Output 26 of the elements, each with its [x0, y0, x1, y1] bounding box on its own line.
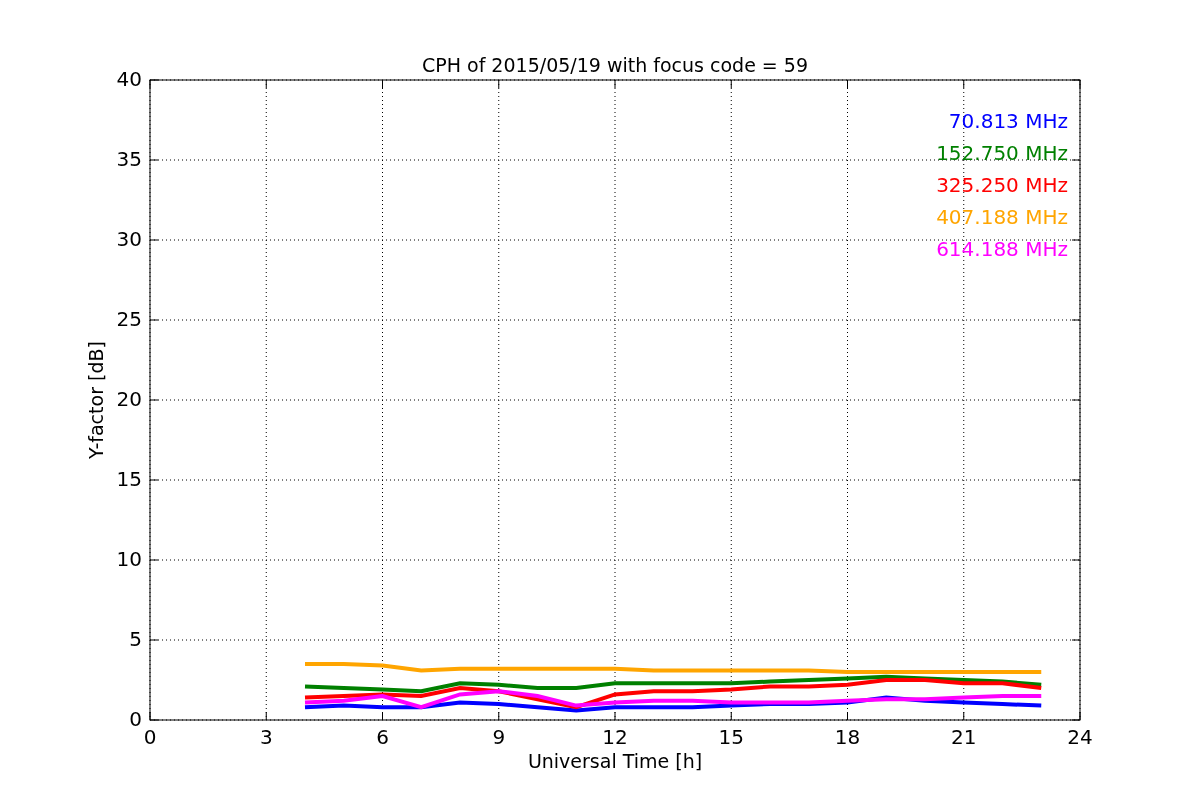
tick-label: 6 [376, 725, 389, 749]
legend-label: 407.188 MHz [936, 205, 1068, 229]
tick-label: 20 [116, 387, 142, 411]
tick-label: 9 [492, 725, 506, 749]
tick-label: 40 [116, 67, 142, 91]
tick-label: 15 [718, 725, 744, 749]
tick-label: 0 [129, 707, 142, 731]
tick-label: 15 [116, 467, 142, 491]
legend-label: 614.188 MHz [936, 237, 1068, 261]
x-axis-label: Universal Time [h] [527, 750, 703, 772]
y-axis-label: Y-factor [dB] [85, 341, 107, 459]
tick-label: 0 [143, 725, 157, 749]
tick-label: 30 [116, 227, 142, 251]
tick-label: 5 [129, 627, 142, 651]
tick-label: 35 [116, 147, 142, 171]
tick-label: 12 [602, 725, 628, 749]
legend-label: 152.750 MHz [936, 141, 1068, 165]
legend-label: 325.250 MHz [936, 173, 1068, 197]
tick-label: 18 [834, 725, 861, 749]
tick-label: 10 [116, 547, 142, 571]
tick-label: 21 [951, 725, 977, 749]
tick-label: 24 [1067, 725, 1093, 749]
legend-label: 70.813 MHz [948, 109, 1068, 133]
tick-label: 3 [259, 725, 273, 749]
tick-label: 25 [116, 307, 142, 331]
chart-title: CPH of 2015/05/19 with focus code = 59 [422, 54, 808, 76]
